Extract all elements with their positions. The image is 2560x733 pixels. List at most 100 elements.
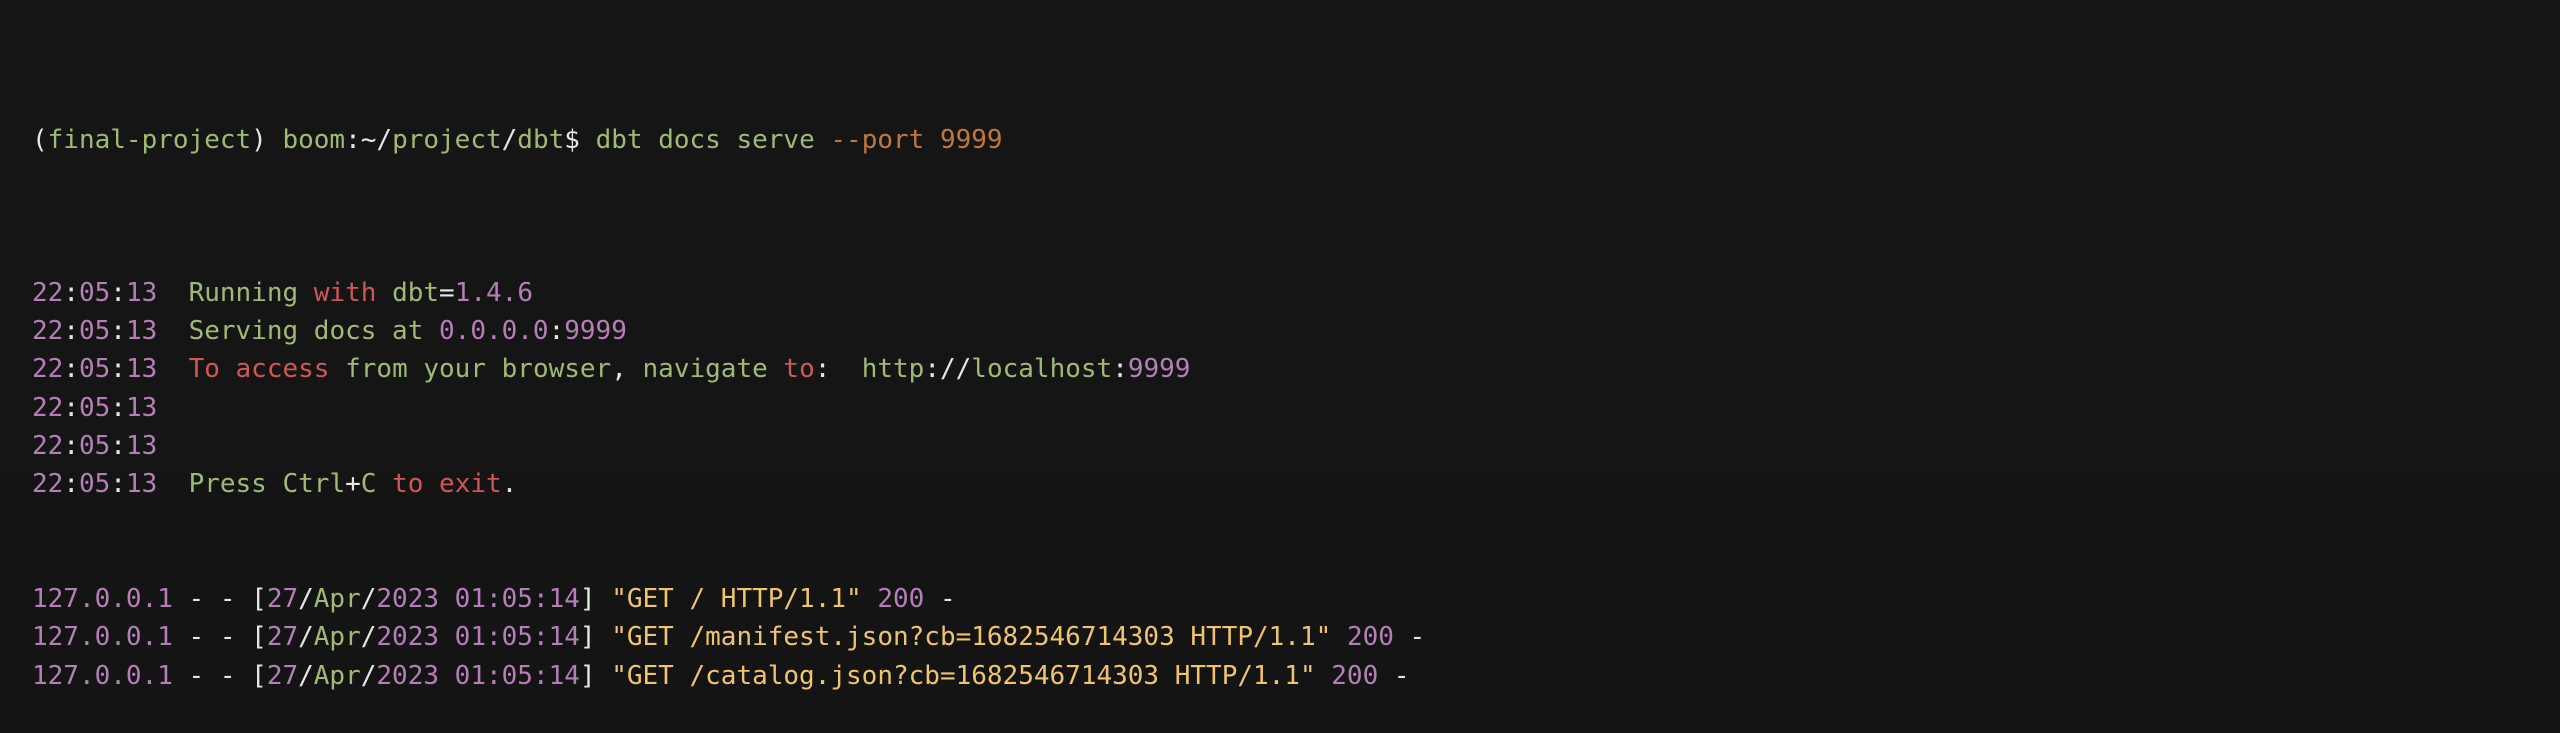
log-time-sep: : xyxy=(63,354,79,385)
log-message-part: Press Ctrl xyxy=(188,469,346,500)
log-time-minute: 05 xyxy=(78,430,111,461)
log-time-hour: 22 xyxy=(32,277,64,308)
log-time-sep: : xyxy=(63,277,79,308)
log-time-sep: : xyxy=(110,430,126,461)
log-line: 22:05:13 Press Ctrl+C to exit. xyxy=(32,465,2560,503)
http-status: 200 xyxy=(1346,622,1394,653)
log-time-second: 13 xyxy=(125,354,158,385)
client-ip: 127.0.0.1 xyxy=(32,584,173,615)
prompt-open-paren: ( xyxy=(32,124,48,155)
log-message-part xyxy=(298,278,314,308)
log-message-part: from your browser xyxy=(329,354,612,385)
date-day: 27 xyxy=(266,584,299,615)
log-message-part: localhost xyxy=(971,354,1113,385)
log-gap xyxy=(157,469,188,499)
log-separator: - - [ xyxy=(172,660,267,691)
date-day: 27 xyxy=(266,660,299,691)
date-close-bracket: ] xyxy=(579,660,596,691)
log-time-minute: 05 xyxy=(78,392,111,423)
log-message-part: , xyxy=(611,354,627,385)
date-year-time: 2023 01:05:14 xyxy=(376,660,580,691)
http-tail: - xyxy=(1378,660,1410,691)
log-message-part: : xyxy=(1112,354,1128,385)
log-line: 22:05:13 xyxy=(32,389,2560,427)
log-time-second: 13 xyxy=(125,316,158,347)
command-text: dbt docs serve xyxy=(595,124,815,155)
http-access-line: 127.0.0.1 - - [27/Apr/2023 01:05:14] "GE… xyxy=(32,618,2560,656)
http-access-lines: 127.0.0.1 - - [27/Apr/2023 01:05:14] "GE… xyxy=(32,580,2560,695)
log-time-second: 13 xyxy=(125,430,158,461)
date-close-bracket: ] xyxy=(579,584,596,615)
date-sep: / xyxy=(360,584,377,615)
log-message-part: 0.0.0.0 xyxy=(439,316,549,347)
log-time-sep: : xyxy=(110,277,126,308)
prompt-slash: / xyxy=(501,124,518,155)
prompt-dollar: $ xyxy=(564,124,580,155)
date-close-bracket: ] xyxy=(579,622,596,653)
date-day: 27 xyxy=(266,622,299,653)
log-separator: - - [ xyxy=(172,584,267,615)
http-access-line: 127.0.0.1 - - [27/Apr/2023 01:05:14] "GE… xyxy=(32,580,2560,618)
http-status: 200 xyxy=(1331,660,1379,691)
log-message-part: to exit xyxy=(376,469,502,500)
log-time-second: 13 xyxy=(125,392,158,423)
log-message-part: : xyxy=(548,316,565,347)
log-message-part: http xyxy=(861,354,925,385)
date-month: Apr xyxy=(313,584,361,615)
log-time-minute: 05 xyxy=(78,277,111,308)
log-time-sep: : xyxy=(63,430,79,461)
log-message-part: : xyxy=(814,354,862,385)
log-message-part: navigate xyxy=(626,354,784,385)
prompt-dir-project: project xyxy=(392,124,502,155)
prompt-tilde: ~ xyxy=(360,124,377,155)
log-time-hour: 22 xyxy=(32,392,64,423)
log-gap xyxy=(157,354,188,384)
log-gap xyxy=(157,316,188,346)
http-request: "GET /manifest.json?cb=1682546714303 HTT… xyxy=(611,622,1332,653)
log-message-part: dbt xyxy=(376,277,440,308)
log-line: 22:05:13 To access from your browser, na… xyxy=(32,350,2560,388)
prompt-user: boom xyxy=(282,124,346,155)
log-line: 22:05:13 Running with dbt=1.4.6 xyxy=(32,274,2560,312)
log-time-second: 13 xyxy=(125,469,158,500)
log-time-sep: : xyxy=(110,392,126,423)
log-time-hour: 22 xyxy=(32,469,64,500)
log-time-second: 13 xyxy=(125,277,158,308)
http-request: "GET /catalog.json?cb=1682546714303 HTTP… xyxy=(611,660,1316,691)
command-flag: --port xyxy=(830,124,925,155)
http-tail: - xyxy=(924,584,956,615)
log-line: 22:05:13 Serving docs at 0.0.0.0:9999 xyxy=(32,312,2560,350)
client-ip: 127.0.0.1 xyxy=(32,660,173,691)
http-tail: - xyxy=(1393,622,1426,653)
command-prompt-line: (final-project) boom:~/project/dbt$ dbt … xyxy=(32,121,2560,159)
prompt-dir-dbt: dbt xyxy=(517,124,565,155)
command-port: 9999 xyxy=(939,124,1003,155)
log-message-part: :// xyxy=(924,354,972,385)
date-month: Apr xyxy=(313,660,361,691)
date-sep: / xyxy=(360,622,377,653)
prompt-env-name: final-project xyxy=(47,124,252,155)
log-message-part: with xyxy=(313,277,377,308)
log-time-hour: 22 xyxy=(32,316,64,347)
log-time-hour: 22 xyxy=(32,354,64,385)
prompt-close-paren: ) xyxy=(251,124,267,155)
log-time-minute: 05 xyxy=(78,316,111,347)
log-time-hour: 22 xyxy=(32,430,64,461)
log-time-sep: : xyxy=(110,469,126,500)
log-message-part: + xyxy=(345,469,361,500)
log-message-part: 9999 xyxy=(1127,354,1191,385)
log-time-sep: : xyxy=(63,469,79,500)
terminal-output[interactable]: (final-project) boom:~/project/dbt$ dbt … xyxy=(0,0,2560,691)
log-time-sep: : xyxy=(110,316,126,347)
date-sep: / xyxy=(298,622,314,653)
log-lines: 22:05:13 Running with dbt=1.4.6 22:05:13 … xyxy=(32,274,2560,504)
date-year-time: 2023 01:05:14 xyxy=(376,622,580,653)
log-time-sep: : xyxy=(110,354,126,385)
log-message-part: Running xyxy=(188,277,299,308)
client-ip: 127.0.0.1 xyxy=(32,622,173,653)
date-sep: / xyxy=(360,660,377,691)
log-message-part: Serving docs at xyxy=(188,316,440,347)
